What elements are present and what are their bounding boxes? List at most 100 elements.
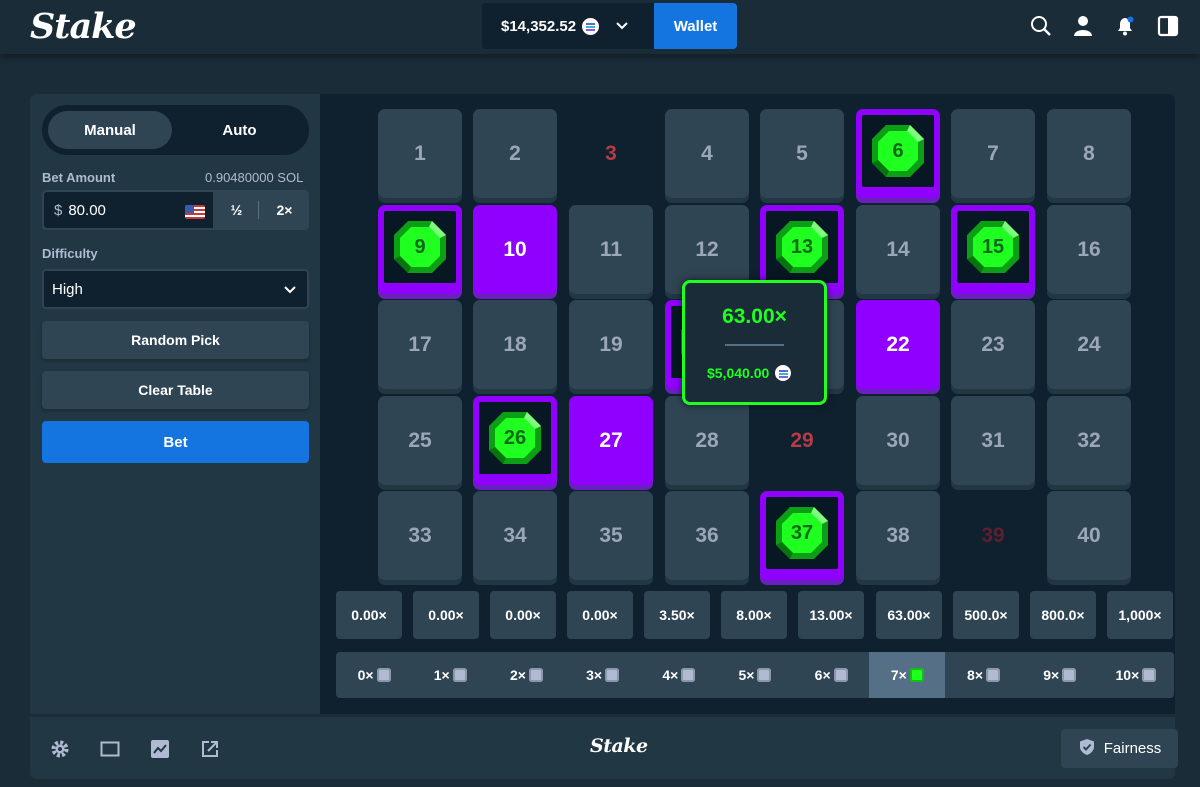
tile-number: 32 xyxy=(1077,428,1101,452)
gem-icon xyxy=(605,668,620,682)
hit-count: 5× xyxy=(717,652,793,698)
hit-label: 5× xyxy=(738,667,755,683)
clear-table-button[interactable]: Clear Table xyxy=(42,371,309,409)
tile-22[interactable]: 22 xyxy=(856,300,940,389)
wallet-button[interactable]: Wallet xyxy=(654,3,737,49)
payout-multiplier: 3.50× xyxy=(644,591,710,639)
gem-frame: 15 xyxy=(957,211,1029,283)
tile-number: 4 xyxy=(701,141,713,165)
bet-amount-crypto: 0.90480000 SOL xyxy=(205,170,304,185)
tile-38[interactable]: 38 xyxy=(856,491,940,580)
tile-40[interactable]: 40 xyxy=(1047,491,1131,580)
sidebar-toggle-icon[interactable] xyxy=(1157,15,1179,37)
tile-number: 38 xyxy=(886,523,910,547)
tile-19[interactable]: 19 xyxy=(569,300,653,389)
tab-auto[interactable]: Auto xyxy=(176,111,303,149)
stake-logo[interactable]: Stake xyxy=(30,6,137,47)
tile-15[interactable]: 15 xyxy=(951,205,1035,294)
theatre-mode-icon[interactable] xyxy=(100,739,120,759)
search-icon[interactable] xyxy=(1030,15,1052,37)
tile-number: 9 xyxy=(414,235,426,258)
gem-frame: 6 xyxy=(862,115,934,187)
tile-number: 3 xyxy=(605,141,617,165)
tile-number: 30 xyxy=(886,428,910,452)
popout-icon[interactable] xyxy=(200,739,220,759)
tile-number: 28 xyxy=(695,428,719,452)
gem-icon xyxy=(986,668,1001,682)
tile-26[interactable]: 26 xyxy=(473,396,557,485)
tile-number: 23 xyxy=(981,332,1005,356)
bell-icon[interactable] xyxy=(1114,15,1136,37)
payout-multiplier: 0.00× xyxy=(336,591,402,639)
tile-6[interactable]: 6 xyxy=(856,109,940,198)
half-bet-button[interactable]: ½ xyxy=(214,190,259,230)
tile-30[interactable]: 30 xyxy=(856,396,940,485)
tile-36[interactable]: 36 xyxy=(665,491,749,580)
bet-amount-label: Bet Amount xyxy=(42,170,116,185)
hit-count: 0× xyxy=(336,652,412,698)
hit-count: 7× xyxy=(869,652,946,698)
divider xyxy=(725,344,784,346)
tile-number: 16 xyxy=(1077,237,1101,261)
random-pick-button[interactable]: Random Pick xyxy=(42,321,309,359)
tile-18[interactable]: 18 xyxy=(473,300,557,389)
tile-17[interactable]: 17 xyxy=(378,300,462,389)
tile-8[interactable]: 8 xyxy=(1047,109,1131,198)
tile-10[interactable]: 10 xyxy=(473,205,557,294)
gem-icon xyxy=(452,668,467,682)
bet-button[interactable]: Bet xyxy=(42,421,309,463)
tile-39[interactable]: 39 xyxy=(951,491,1035,580)
bet-amount-field[interactable]: $ 80.00 xyxy=(44,192,213,228)
gem-icon xyxy=(833,668,848,682)
chevron-down-icon xyxy=(615,21,629,31)
tile-16[interactable]: 16 xyxy=(1047,205,1131,294)
tile-29[interactable]: 29 xyxy=(760,396,844,485)
tile-7[interactable]: 7 xyxy=(951,109,1035,198)
settings-icon[interactable] xyxy=(50,739,70,759)
tile-37[interactable]: 37 xyxy=(760,491,844,580)
tile-number: 15 xyxy=(981,235,1005,258)
tile-11[interactable]: 11 xyxy=(569,205,653,294)
tile-5[interactable]: 5 xyxy=(760,109,844,198)
tile-23[interactable]: 23 xyxy=(951,300,1035,389)
tile-34[interactable]: 34 xyxy=(473,491,557,580)
balance-amount: $14,352.52 xyxy=(501,17,577,35)
tile-number: 1 xyxy=(414,141,426,165)
tile-25[interactable]: 25 xyxy=(378,396,462,485)
tile-1[interactable]: 1 xyxy=(378,109,462,198)
tile-9[interactable]: 9 xyxy=(378,205,462,294)
difficulty-select[interactable]: High xyxy=(42,269,309,309)
tile-3[interactable]: 3 xyxy=(569,109,653,198)
us-flag-icon xyxy=(185,205,205,219)
tile-2[interactable]: 2 xyxy=(473,109,557,198)
tile-27[interactable]: 27 xyxy=(569,396,653,485)
tile-number: 37 xyxy=(790,521,814,544)
tile-24[interactable]: 24 xyxy=(1047,300,1131,389)
balance-selector[interactable]: $14,352.52 xyxy=(482,3,654,49)
stats-icon[interactable] xyxy=(150,739,170,759)
hit-label: 7× xyxy=(890,667,907,683)
tile-number: 18 xyxy=(503,332,527,356)
tab-manual[interactable]: Manual xyxy=(48,111,172,149)
hit-label: 4× xyxy=(662,667,679,683)
gem-icon xyxy=(1062,668,1077,682)
user-icon[interactable] xyxy=(1072,15,1094,37)
hit-count: 2× xyxy=(488,652,564,698)
tile-number: 6 xyxy=(892,139,904,162)
payout-multiplier: 0.00× xyxy=(567,591,633,639)
gem-icon xyxy=(909,668,924,682)
tile-number: 31 xyxy=(981,428,1005,452)
payout-multiplier: 0.00× xyxy=(490,591,556,639)
tile-28[interactable]: 28 xyxy=(665,396,749,485)
tile-31[interactable]: 31 xyxy=(951,396,1035,485)
tile-14[interactable]: 14 xyxy=(856,205,940,294)
tile-35[interactable]: 35 xyxy=(569,491,653,580)
fairness-button[interactable]: Fairness xyxy=(1061,729,1178,768)
tile-4[interactable]: 4 xyxy=(665,109,749,198)
double-bet-button[interactable]: 2× xyxy=(260,190,309,230)
tile-number: 8 xyxy=(1083,141,1095,165)
tile-32[interactable]: 32 xyxy=(1047,396,1131,485)
tile-number: 5 xyxy=(796,141,808,165)
tile-33[interactable]: 33 xyxy=(378,491,462,580)
gem-icon xyxy=(757,668,772,682)
